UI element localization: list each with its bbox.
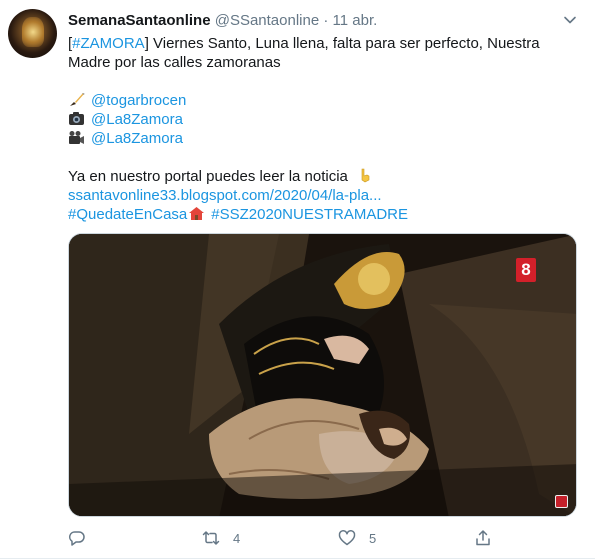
avatar[interactable] [8, 9, 57, 58]
tweet-text: [#ZAMORA] Viernes Santo, Luna llena, fal… [68, 34, 568, 224]
channel-logo-badge: 8 [516, 258, 536, 282]
tweet-url[interactable]: ssantavonline33.blogspot.com/2020/04/la-… [68, 187, 382, 204]
camera-icon [69, 112, 84, 125]
chevron-down-icon[interactable] [562, 12, 578, 28]
tweet-text-line2: Madre por las calles zamoranas [68, 54, 281, 71]
credit-line-2: @La8Zamora [68, 110, 568, 129]
credit-line-3: @La8Zamora [68, 129, 568, 148]
video-camera-icon [69, 131, 84, 144]
house-icon [189, 207, 205, 220]
portal-line: Ya en nuestro portal puedes leer la noti… [68, 167, 568, 186]
tweet-media-video[interactable]: 8 [68, 233, 577, 517]
blank-line-2 [68, 148, 568, 167]
user-handle[interactable]: @SSantaonline [215, 12, 319, 29]
like-icon [338, 530, 356, 546]
credit-mention-3[interactable]: @La8Zamora [91, 130, 183, 147]
retweet-icon [202, 531, 220, 545]
tweet-header: SemanaSantaonline @SSantaonline · 11 abr… [68, 12, 377, 30]
paintbrush-icon [70, 93, 85, 106]
hashtag-quedate[interactable]: #QuedateEnCasa [68, 206, 187, 223]
hashtag-ssz2020[interactable]: #SSZ2020NUESTRAMADRE [211, 206, 408, 223]
reply-button[interactable] [68, 528, 99, 548]
media-scene [69, 234, 576, 516]
hashtag-line: #QuedateEnCasa #SSZ2020NUESTRAMADRE [68, 205, 568, 224]
url-line: ssantavonline33.blogspot.com/2020/04/la-… [68, 186, 568, 205]
separator-dot: · [323, 12, 329, 29]
pointing-down-icon [361, 168, 370, 183]
like-count: 5 [369, 530, 377, 546]
retweet-count: 4 [233, 530, 241, 546]
hashtag-zamora[interactable]: #ZAMORA [72, 35, 145, 52]
tweet-date[interactable]: 11 abr. [333, 12, 378, 29]
tweet-text-line1-content: [#ZAMORA] Viernes Santo, Luna llena, fal… [68, 35, 540, 52]
share-button[interactable] [474, 528, 492, 548]
credit-mention-2[interactable]: @La8Zamora [91, 111, 183, 128]
watermark-icon [555, 495, 568, 508]
reply-icon [68, 531, 85, 546]
retweet-button[interactable]: 4 [202, 528, 240, 548]
credit-mention-1[interactable]: @togarbrocen [91, 92, 186, 109]
like-button[interactable]: 5 [338, 528, 376, 548]
tweet-text-line1: [#ZAMORA] Viernes Santo, Luna llena, fal… [68, 34, 568, 53]
display-name[interactable]: SemanaSantaonline [68, 12, 211, 29]
credit-line-1: @togarbrocen [68, 91, 568, 110]
tweet-actions: 4 5 [68, 528, 568, 548]
tweet[interactable]: SemanaSantaonline @SSantaonline · 11 abr… [0, 0, 595, 559]
share-icon [476, 530, 490, 546]
portal-text: Ya en nuestro portal puedes leer la noti… [68, 168, 348, 185]
